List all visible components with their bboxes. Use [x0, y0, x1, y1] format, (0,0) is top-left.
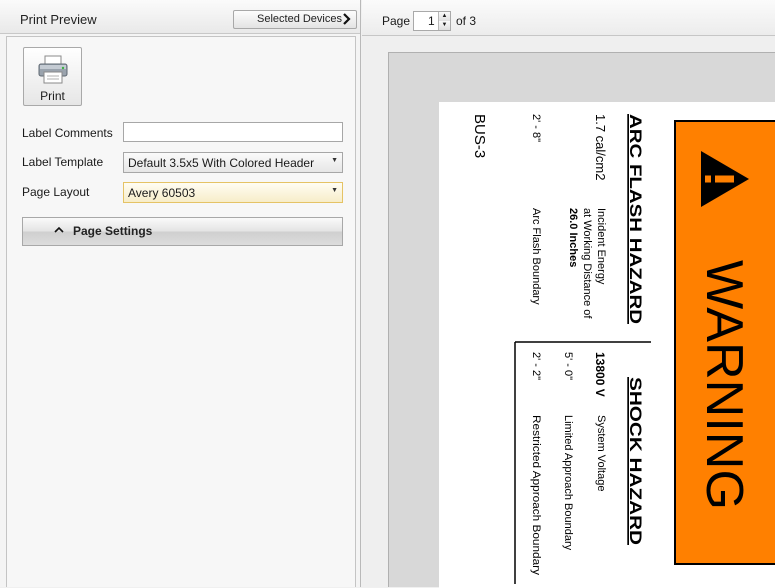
restricted-approach-label: Restricted Approach Boundary: [530, 415, 542, 576]
warning-title: WARNING: [695, 260, 753, 510]
page-settings-label: Page Settings: [73, 224, 153, 238]
print-settings-panel: Print Preview Selected Devices Print Lab…: [0, 0, 361, 587]
label-comments-label: Label Comments: [22, 126, 113, 140]
panel-header: Print Preview Selected Devices: [0, 0, 360, 34]
page-label: Page: [382, 14, 411, 28]
selected-devices-label: Selected Devices: [257, 13, 342, 25]
label-comments-input[interactable]: [123, 122, 343, 142]
page-number-spinner[interactable]: 1 ▲ ▼: [413, 11, 451, 31]
preview-viewport[interactable]: WARNING ARC FLASH HAZARD 1.7 cal/cm2 Inc…: [388, 52, 775, 588]
page-layout-select[interactable]: Avery 60503 ▼: [123, 182, 343, 203]
page-layout-label: Page Layout: [22, 185, 90, 199]
chevron-right-icon: [342, 12, 352, 29]
preview-toolbar: Page 1 ▲ ▼ of 3: [362, 0, 775, 36]
page-settings-expander[interactable]: Page Settings: [22, 217, 343, 246]
settings-body: [6, 36, 356, 587]
incident-energy-label: Incident Energy: [595, 208, 607, 285]
system-voltage-value: 13800 V: [593, 352, 607, 397]
label-template-select[interactable]: Default 3.5x5 With Colored Header ▼: [123, 152, 343, 173]
print-button-label: Print: [40, 89, 65, 103]
arc-flash-boundary-value: 2' - 8": [530, 114, 542, 142]
spin-down-icon[interactable]: ▼: [438, 21, 450, 30]
limited-approach-value: 5' - 0": [562, 352, 574, 380]
printer-icon: [37, 55, 69, 88]
page-layout-value: Avery 60503: [128, 186, 196, 200]
arc-flash-boundary-label: Arc Flash Boundary: [530, 208, 542, 305]
label-graphic: WARNING ARC FLASH HAZARD 1.7 cal/cm2 Inc…: [471, 114, 775, 584]
equipment-name: BUS-3: [471, 114, 488, 158]
working-distance-label: at Working Distance of: [581, 208, 593, 319]
page-number-value: 1: [428, 14, 435, 28]
label-template-value: Default 3.5x5 With Colored Header: [128, 156, 315, 170]
selected-devices-button[interactable]: Selected Devices: [233, 10, 357, 29]
incident-energy-value: 1.7 cal/cm2: [593, 114, 608, 180]
working-distance-value: 26.0 Inches: [567, 208, 579, 267]
restricted-approach-value: 2' - 2": [530, 352, 542, 380]
arc-flash-title: ARC FLASH HAZARD: [626, 114, 645, 324]
chevron-up-icon: [53, 224, 65, 238]
print-button[interactable]: Print: [23, 47, 82, 106]
dropdown-arrow-icon: ▼: [331, 157, 338, 164]
label-template-label: Label Template: [22, 155, 104, 169]
page-count-label: of 3: [456, 14, 477, 28]
panel-title: Print Preview: [20, 12, 97, 27]
limited-approach-label: Limited Approach Boundary: [562, 415, 574, 551]
preview-panel: Page 1 ▲ ▼ of 3 WARNING ARC FLASH HAZARD…: [362, 0, 775, 588]
system-voltage-label: System Voltage: [595, 415, 607, 491]
dropdown-arrow-icon: ▼: [331, 187, 338, 194]
label-page: WARNING ARC FLASH HAZARD 1.7 cal/cm2 Inc…: [439, 102, 775, 588]
shock-hazard-title: SHOCK HAZARD: [626, 377, 645, 545]
